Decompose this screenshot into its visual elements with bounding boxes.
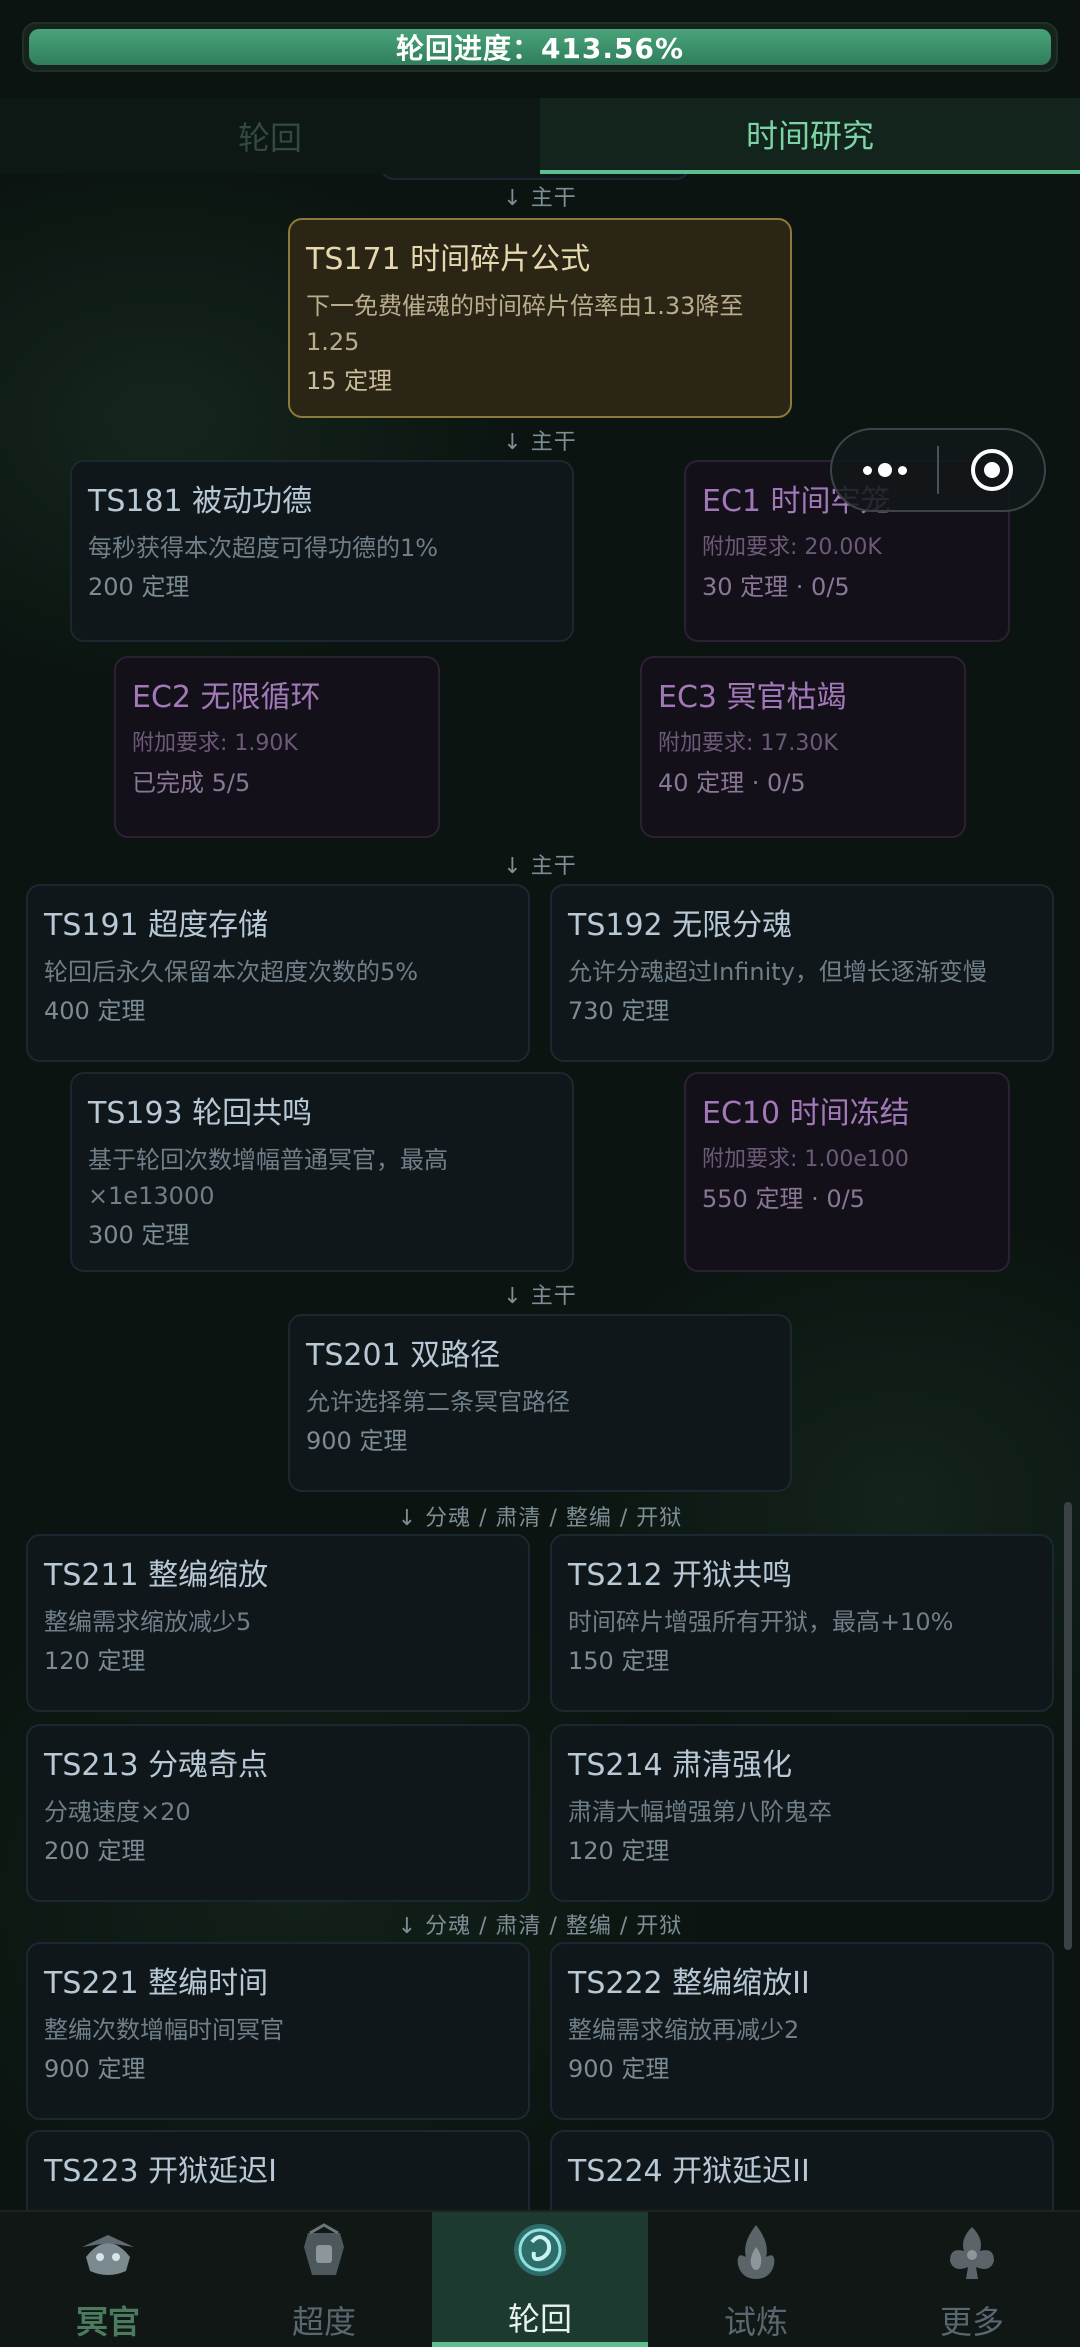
tab-bar: 轮回 时间研究 (0, 98, 1080, 174)
mini-program-capsule (830, 428, 1046, 512)
branch-arrow: ↓ 主干 (503, 1284, 577, 1309)
reincarnation-icon (504, 2214, 576, 2290)
challenge-card-ec2[interactable]: EC2 无限循环 附加要求: 1.90K 已完成 5/5 (114, 656, 440, 838)
branch-arrow: ↓ 分魂 / 肃清 / 整编 / 开狱 (397, 1506, 683, 1531)
study-card-ts212[interactable]: TS212 开狱共鸣 时间碎片增强所有开狱，最高+10% 150 定理 (550, 1534, 1054, 1712)
reincarnation-progress-bar: 轮回进度：413.56% (22, 22, 1058, 72)
study-card-ts181[interactable]: TS181 被动功德 每秒获得本次超度可得功德的1% 200 定理 (70, 460, 574, 642)
tab-time-study[interactable]: 时间研究 (540, 98, 1080, 174)
study-card-ts221[interactable]: TS221 整编时间 整编次数增幅时间冥官 900 定理 (26, 1942, 530, 2120)
bottom-nav: 冥官 超度 轮回 试炼 更多 (0, 2210, 1080, 2347)
spirit-release-icon (288, 2217, 360, 2293)
study-card-ts192[interactable]: TS192 无限分魂 允许分魂超过Infinity，但增长逐渐变慢 730 定理 (550, 884, 1054, 1062)
more-dots-icon (862, 463, 907, 477)
ghost-official-icon (72, 2217, 144, 2293)
nav-item-more[interactable]: 更多 (864, 2212, 1080, 2347)
study-card-ts214[interactable]: TS214 肃清强化 肃清大幅增强第八阶鬼卒 120 定理 (550, 1724, 1054, 1902)
study-card-ts211[interactable]: TS211 整编缩放 整编需求缩放减少5 120 定理 (26, 1534, 530, 1712)
challenge-card-ec3[interactable]: EC3 冥官枯竭 附加要求: 17.30K 40 定理 · 0/5 (640, 656, 966, 838)
nav-item-ghost-official[interactable]: 冥官 (0, 2212, 216, 2347)
challenge-card-ec10[interactable]: EC10 时间冻结 附加要求: 1.00e100 550 定理 · 0/5 (684, 1072, 1010, 1272)
branch-arrow: ↓ 主干 (503, 186, 577, 211)
progress-fill: 轮回进度：413.56% (29, 29, 1051, 65)
nav-item-spirit-release[interactable]: 超度 (216, 2212, 432, 2347)
study-card-ts224[interactable]: TS224 开狱延迟II (550, 2130, 1054, 2210)
study-card-ts213[interactable]: TS213 分魂奇点 分魂速度×20 200 定理 (26, 1724, 530, 1902)
nav-item-reincarnation[interactable]: 轮回 (432, 2212, 648, 2347)
tab-reincarnation[interactable]: 轮回 (0, 98, 540, 174)
menu-button[interactable] (832, 430, 937, 510)
nav-item-trial[interactable]: 试炼 (648, 2212, 864, 2347)
branch-arrow: ↓ 主干 (503, 430, 577, 455)
branch-arrow: ↓ 主干 (503, 854, 577, 879)
study-card-ts191[interactable]: TS191 超度存储 轮回后永久保留本次超度次数的5% 400 定理 (26, 884, 530, 1062)
close-button[interactable] (939, 430, 1044, 510)
study-card-ts171[interactable]: TS171 时间碎片公式 下一免费催魂的时间碎片倍率由1.33降至1.25 15… (288, 218, 792, 418)
study-card-ts201[interactable]: TS201 双路径 允许选择第二条冥官路径 900 定理 (288, 1314, 792, 1492)
more-icon (936, 2217, 1008, 2293)
trial-flame-icon (720, 2217, 792, 2293)
close-target-icon (970, 449, 1013, 491)
study-card-ts222[interactable]: TS222 整编缩放II 整编需求缩放再减少2 900 定理 (550, 1942, 1054, 2120)
study-card-ts193[interactable]: TS193 轮回共鸣 基于轮回次数增幅普通冥官，最高×1e13000 300 定… (70, 1072, 574, 1272)
branch-arrow: ↓ 分魂 / 肃清 / 整编 / 开狱 (397, 1914, 683, 1939)
study-card-ts223[interactable]: TS223 开狱延迟I (26, 2130, 530, 2210)
scrollbar[interactable] (1064, 1502, 1072, 1950)
progress-label: 轮回进度：413.56% (395, 32, 685, 65)
